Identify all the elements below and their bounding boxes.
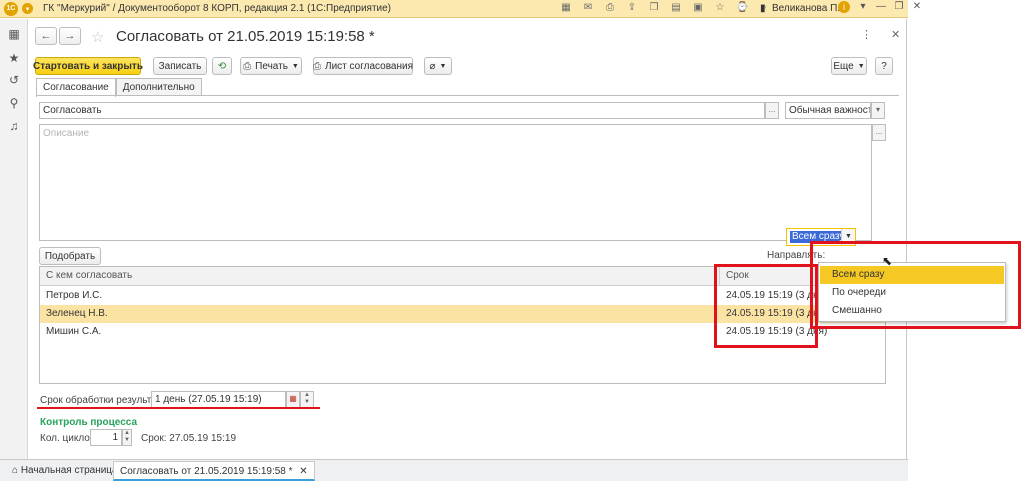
annotation-underline — [37, 407, 320, 409]
start-and-close-label: Стартовать и закрыть — [33, 60, 143, 72]
app-title-bar: 1С ▾ ГК "Меркурий" / Документооборот 8 К… — [0, 0, 921, 18]
document-window: ← → ☆ Согласовать от 21.05.2019 15:19:58… — [29, 19, 907, 459]
description-open-button[interactable]: ... — [872, 124, 886, 141]
control-heading: Контроль процесса — [40, 417, 138, 428]
document-tab[interactable]: Согласовать от 21.05.2019 15:19:58 * ✕ — [113, 461, 315, 481]
home-tab[interactable]: ⌂ Начальная страница — [6, 461, 124, 481]
description-field[interactable]: Описание — [39, 124, 872, 241]
close-form-icon[interactable]: ✕ — [891, 28, 900, 41]
print-label: Печать — [255, 60, 288, 72]
reload-icon: ⟲ — [217, 60, 227, 72]
pick-label: Подобрать — [44, 250, 96, 262]
row-who: Зеленец Н.В. — [46, 308, 108, 319]
favorites-star-icon[interactable]: ★ — [7, 51, 21, 65]
chevron-down-icon: ▼ — [291, 62, 299, 70]
copy-icon[interactable]: ❐ — [648, 2, 660, 14]
calculator-icon[interactable]: ▣ — [692, 2, 704, 14]
search-icon[interactable]: ⚲ — [7, 96, 21, 110]
term-label: Срок: 27.05.19 15:19 — [141, 433, 237, 444]
tab-divider — [36, 95, 899, 96]
close-tab-icon[interactable]: ✕ — [299, 466, 307, 477]
chevron-down-icon: ▼ — [857, 62, 865, 70]
home-icon: ⌂ — [12, 465, 19, 476]
tab-additional[interactable]: Дополнительно — [115, 78, 202, 96]
annotation-deadline-box — [714, 264, 818, 348]
print-button[interactable]: ⎙ Печать ▼ — [240, 57, 302, 75]
star-icon[interactable]: ☆ — [714, 2, 726, 14]
mail-icon[interactable]: ✉ — [582, 2, 594, 14]
home-tab-label: Начальная страница — [20, 465, 118, 476]
subject-select-button[interactable]: ... — [765, 102, 779, 119]
window-buttons: i ▾ — ❐ ✕ — [838, 1, 922, 13]
info-icon[interactable]: i — [838, 1, 850, 13]
subject-field[interactable]: Согласовать — [39, 102, 765, 119]
save-button[interactable]: Записать — [153, 57, 207, 75]
chevron-down-icon: ▼ — [439, 62, 447, 70]
more-menu-icon[interactable]: ⋮ — [861, 28, 872, 41]
page-title: Согласовать от 21.05.2019 15:19:58 * — [116, 28, 375, 45]
approval-sheet-button[interactable]: ⎙ Лист согласования — [313, 57, 413, 75]
row-who: Мишин С.А. — [46, 326, 102, 337]
approval-sheet-label: Лист согласования — [325, 60, 413, 72]
cycles-stepper[interactable]: ▲ ▼ — [122, 429, 132, 446]
column-header-who[interactable]: С кем согласовать — [40, 267, 132, 286]
title-toolbar: ▦ ✉ ⎙ ⇪ ❐ ▤ ▣ ☆ ⌚ ♪ — [560, 2, 770, 14]
history-icon[interactable]: ⌚ — [736, 2, 748, 14]
history-icon[interactable]: ↺ — [7, 73, 21, 87]
print-icon[interactable]: ⎙ — [604, 2, 616, 14]
importance-dropdown-button[interactable]: ▾ — [871, 102, 885, 119]
help-label: ? — [881, 60, 887, 72]
importance-field[interactable]: Обычная важность — [785, 102, 871, 119]
paperclip-icon: ⌀ — [429, 60, 436, 72]
side-panel: ▦ ★ ↺ ⚲ ♫ — [0, 19, 28, 459]
printer-icon: ⎙ — [313, 60, 322, 72]
close-icon[interactable]: ✕ — [912, 1, 922, 13]
restore-icon[interactable]: ❐ — [894, 1, 904, 13]
upload-icon[interactable]: ⇪ — [626, 2, 638, 14]
pick-button[interactable]: Подобрать — [39, 247, 101, 265]
window-title: ГК "Меркурий" / Документооборот 8 КОРП, … — [43, 3, 392, 14]
processing-deadline-field[interactable]: 1 день (27.05.19 15:19) — [151, 391, 286, 408]
table-icon[interactable]: ▤ — [670, 2, 682, 14]
back-button[interactable]: ← — [35, 27, 57, 45]
apps-grid-icon[interactable]: ▦ — [7, 27, 21, 41]
document-tab-label: Согласовать от 21.05.2019 15:19:58 * — [120, 466, 293, 477]
calendar-icon[interactable]: ▦ — [286, 391, 300, 408]
dropdown-icon[interactable]: ▾ — [858, 1, 868, 13]
favorite-star-icon[interactable]: ☆ — [91, 28, 104, 46]
annotation-dropdown-box — [810, 241, 1021, 329]
processing-stepper[interactable]: ▲ ▼ — [300, 391, 314, 408]
1c-logo-icon[interactable]: 1С — [4, 1, 18, 16]
help-button[interactable]: ? — [875, 57, 893, 75]
cycles-field[interactable]: 1 — [90, 429, 122, 446]
more-button[interactable]: Еще ▼ — [831, 57, 867, 75]
user-icon: ▮ — [760, 3, 766, 14]
open-windows-bar: ⌂ Начальная страница Согласовать от 21.0… — [0, 459, 908, 481]
forward-button[interactable]: → — [59, 27, 81, 45]
save-reload-button[interactable]: ⟲ — [212, 57, 232, 75]
start-and-close-button[interactable]: Стартовать и закрыть — [33, 57, 143, 75]
notification-bell-icon[interactable]: ♫ — [7, 119, 21, 133]
minimize-icon[interactable]: — — [876, 1, 886, 13]
form-tabs: Согласование Дополнительно — [36, 78, 202, 97]
main-menu-icon[interactable]: ▾ — [22, 3, 33, 14]
row-who: Петров И.С. — [46, 290, 103, 301]
grid-icon[interactable]: ▦ — [560, 2, 572, 14]
more-label: Еще — [833, 60, 854, 72]
printer-icon: ⎙ — [243, 60, 252, 72]
attachment-button[interactable]: ⌀ ▼ — [424, 57, 452, 75]
save-label: Записать — [158, 60, 202, 72]
